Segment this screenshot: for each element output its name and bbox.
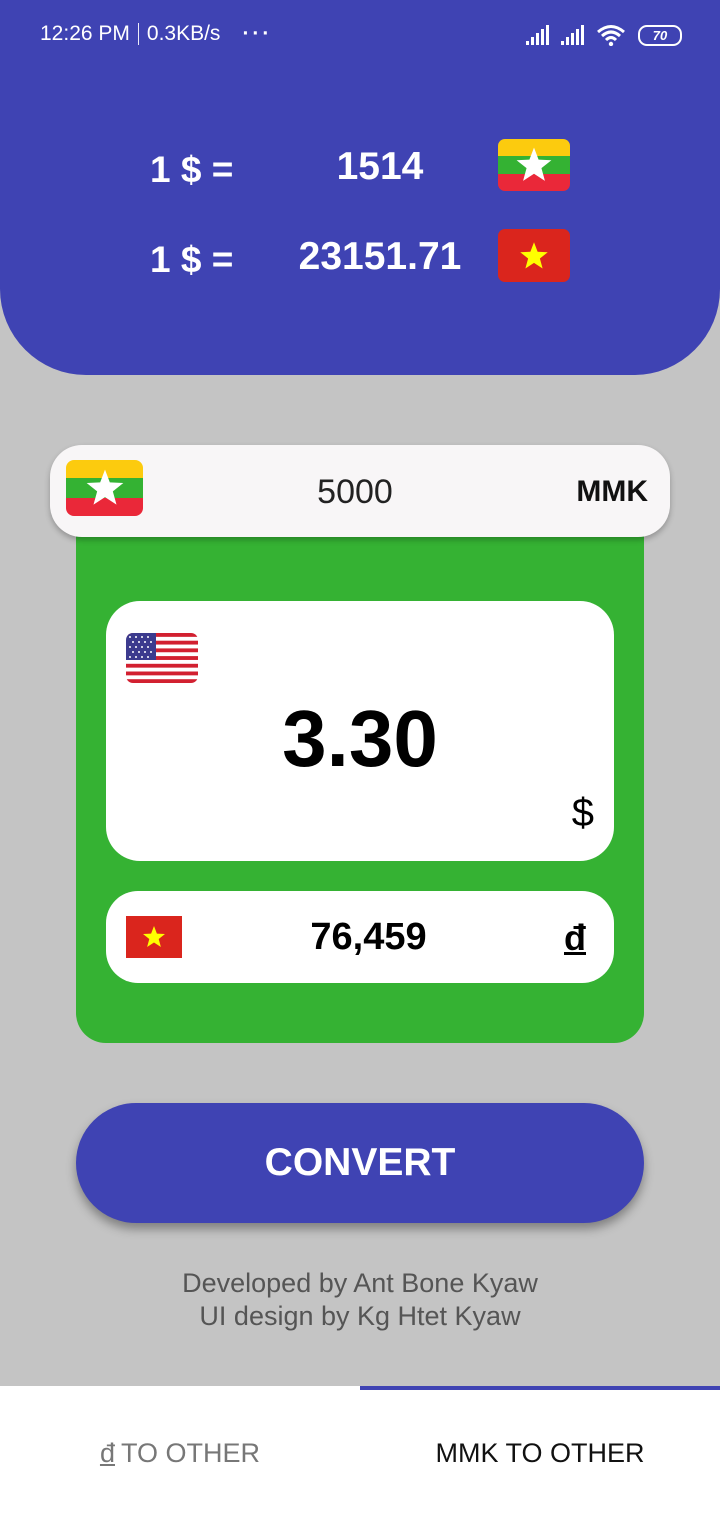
myanmar-flag-icon <box>498 139 570 191</box>
status-time: 12:26 PM <box>40 22 130 45</box>
rate-row-vnd: 1 $ = 23151.71 <box>0 229 720 285</box>
status-divider <box>137 23 139 45</box>
rate-value-vnd: 23151.71 <box>298 235 462 278</box>
battery-level: 70 <box>652 27 668 43</box>
rate-label: 1 $ = <box>150 239 234 280</box>
vnd-result-value: 76,459 <box>310 916 427 958</box>
status-speed: 0.3KB/s <box>146 22 221 45</box>
vietnam-flag-icon <box>498 229 570 282</box>
results-panel: 3.30 $ 76,459 đ <box>76 530 644 1043</box>
tab-label: MMK TO OTHER <box>435 1437 645 1468</box>
developer-credit: Developed by Ant Bone Kyaw <box>182 1268 538 1298</box>
wifi-icon <box>597 25 625 46</box>
credits: Developed by Ant Bone Kyaw UI design by … <box>0 1267 720 1333</box>
battery-icon: 70 <box>638 24 682 46</box>
more-notifications-icon: ··· <box>242 22 273 45</box>
usd-symbol: $ <box>571 791 594 835</box>
currency-code: MMK <box>576 475 648 508</box>
signal-icon <box>561 25 584 45</box>
header-panel: 12:26 PM 0.3KB/s ··· 70 1 $ = 1514 1 $ =… <box>0 0 720 375</box>
vnd-result-card: 76,459 đ <box>106 891 614 983</box>
us-flag-icon <box>126 633 198 683</box>
bottom-tab-bar: đ TO OTHER MMK TO OTHER <box>0 1386 720 1520</box>
rate-value-mmk: 1514 <box>336 145 424 188</box>
vietnam-flag-icon <box>126 916 182 958</box>
tab-mmk-to-other[interactable]: MMK TO OTHER <box>360 1386 720 1520</box>
amount-input-card[interactable]: 5000 MMK <box>50 445 670 537</box>
amount-input[interactable]: 5000 <box>255 473 455 512</box>
signal-icon <box>526 25 549 45</box>
usd-result-value: 3.30 <box>282 694 438 783</box>
myanmar-flag-icon <box>66 460 143 516</box>
tab-dong-to-other[interactable]: đ TO OTHER <box>0 1386 360 1520</box>
tab-label: TO OTHER <box>121 1437 261 1468</box>
rate-label: 1 $ = <box>150 149 234 190</box>
designer-credit: UI design by Kg Htet Kyaw <box>199 1301 521 1331</box>
convert-button[interactable]: CONVERT <box>76 1103 644 1223</box>
vnd-symbol: đ <box>564 917 586 958</box>
rate-row-mmk: 1 $ = 1514 <box>0 139 720 195</box>
status-bar: 12:26 PM 0.3KB/s ··· 70 <box>0 0 720 70</box>
dong-symbol: đ <box>99 1437 115 1468</box>
usd-result-card: 3.30 $ <box>106 601 614 861</box>
